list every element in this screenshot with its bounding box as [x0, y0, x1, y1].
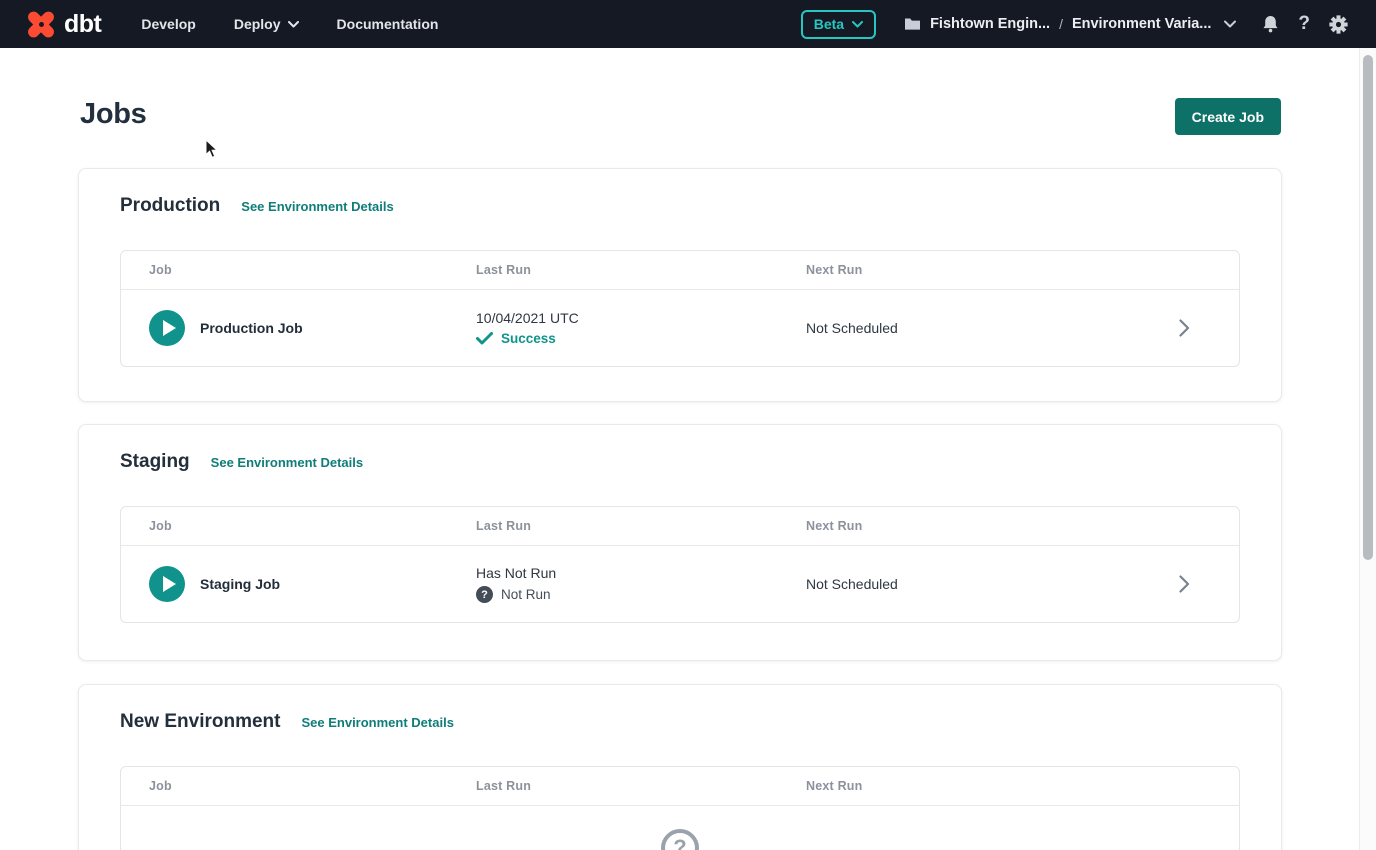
status-text: Not Run: [501, 587, 551, 602]
jobs-table-body: Production Job 10/04/2021 UTC ? Success …: [121, 290, 1239, 366]
jobs-table-body: Staging Job Has Not Run ? Not Run Not Sc…: [121, 546, 1239, 622]
see-environment-details-link[interactable]: See Environment Details: [241, 199, 393, 214]
jobs-table: Job Last Run Next Run Production Job 10/…: [120, 250, 1240, 367]
environment-name: Production: [120, 195, 220, 217]
nav-item-develop[interactable]: Develop: [141, 16, 195, 32]
job-cell: Staging Job: [149, 566, 476, 602]
last-run-cell: Has Not Run ? Not Run: [476, 565, 806, 603]
chevron-right-icon[interactable]: [1179, 319, 1239, 337]
column-header-next-run: Next Run: [806, 263, 1179, 277]
nav-item-documentation[interactable]: Documentation: [337, 16, 439, 32]
navbar-icon-group: ?: [1262, 13, 1348, 35]
environment-card: Staging See Environment Details Job Last…: [78, 424, 1282, 661]
see-environment-details-link[interactable]: See Environment Details: [301, 715, 453, 730]
column-header-next-run: Next Run: [806, 519, 1179, 533]
last-run-cell: 10/04/2021 UTC ? Success: [476, 310, 806, 346]
dbt-logo[interactable]: dbt: [24, 7, 101, 41]
column-header-last-run: Last Run: [476, 519, 806, 533]
gear-icon[interactable]: [1329, 15, 1348, 34]
question-circle-icon: ?: [661, 829, 699, 850]
job-name[interactable]: Production Job: [200, 320, 303, 336]
column-header-last-run: Last Run: [476, 263, 806, 277]
column-header-job: Job: [149, 519, 476, 533]
status-text: Success: [501, 331, 556, 346]
breadcrumb[interactable]: Fishtown Engin... / Environment Varia...: [904, 16, 1236, 32]
jobs-table-header: Job Last Run Next Run: [121, 251, 1239, 290]
chevron-right-icon[interactable]: [1179, 575, 1239, 593]
environment-card: Production See Environment Details Job L…: [78, 168, 1282, 402]
environment-header: Staging See Environment Details: [120, 451, 1240, 473]
column-header-last-run: Last Run: [476, 779, 806, 793]
job-cell: Production Job: [149, 310, 476, 346]
main-nav: Develop Deploy Documentation: [141, 16, 438, 32]
last-run-date: 10/04/2021 UTC: [476, 310, 806, 326]
empty-state: ?: [121, 806, 1239, 850]
job-name[interactable]: Staging Job: [200, 576, 280, 592]
column-header-next-run: Next Run: [806, 779, 1179, 793]
play-icon[interactable]: [149, 566, 185, 602]
chevron-down-icon: [1224, 20, 1236, 28]
nav-item-deploy[interactable]: Deploy: [234, 16, 299, 32]
environment-name: New Environment: [120, 711, 280, 733]
top-navbar: dbt Develop Deploy Documentation Beta Fi…: [0, 0, 1376, 48]
navbar-right: Beta Fishtown Engin... / Environment Var…: [801, 10, 1348, 39]
breadcrumb-section[interactable]: Environment Varia...: [1072, 16, 1211, 32]
question-circle-icon: ?: [476, 586, 493, 603]
folder-icon: [904, 17, 921, 31]
breadcrumb-separator: /: [1059, 16, 1063, 32]
bell-icon[interactable]: [1262, 15, 1279, 33]
column-header-job: Job: [149, 779, 476, 793]
jobs-table: Job Last Run Next Run ?: [120, 766, 1240, 850]
chevron-down-icon: [288, 21, 299, 28]
next-run-cell: Not Scheduled: [806, 320, 1179, 336]
status-line: ? Not Run: [476, 586, 806, 603]
beta-dropdown[interactable]: Beta: [801, 10, 876, 39]
jobs-table: Job Last Run Next Run Staging Job Has No…: [120, 506, 1240, 623]
environment-name: Staging: [120, 451, 190, 473]
last-run-date: Has Not Run: [476, 565, 806, 581]
environment-header: Production See Environment Details: [120, 195, 1240, 217]
page-title: Jobs: [80, 98, 147, 131]
scrollbar-track[interactable]: [1359, 48, 1376, 850]
jobs-table-header: Job Last Run Next Run: [121, 507, 1239, 546]
see-environment-details-link[interactable]: See Environment Details: [211, 455, 363, 470]
dbt-logo-text: dbt: [64, 10, 101, 39]
chevron-down-icon: [852, 21, 863, 28]
create-job-button[interactable]: Create Job: [1175, 98, 1281, 135]
column-header-job: Job: [149, 263, 476, 277]
scrollbar-thumb[interactable]: [1363, 55, 1373, 560]
mouse-cursor: [205, 139, 219, 159]
environment-card: New Environment See Environment Details …: [78, 684, 1282, 850]
job-row[interactable]: Production Job 10/04/2021 UTC ? Success …: [121, 290, 1239, 366]
status-line: ? Success: [476, 331, 806, 346]
jobs-table-header: Job Last Run Next Run: [121, 767, 1239, 806]
next-run-cell: Not Scheduled: [806, 576, 1179, 592]
job-row[interactable]: Staging Job Has Not Run ? Not Run Not Sc…: [121, 546, 1239, 622]
play-icon[interactable]: [149, 310, 185, 346]
check-icon: [476, 332, 493, 345]
dbt-logo-icon: [24, 7, 58, 41]
breadcrumb-project[interactable]: Fishtown Engin...: [930, 16, 1050, 32]
help-icon[interactable]: ?: [1298, 13, 1310, 35]
environment-header: New Environment See Environment Details: [120, 711, 1240, 733]
